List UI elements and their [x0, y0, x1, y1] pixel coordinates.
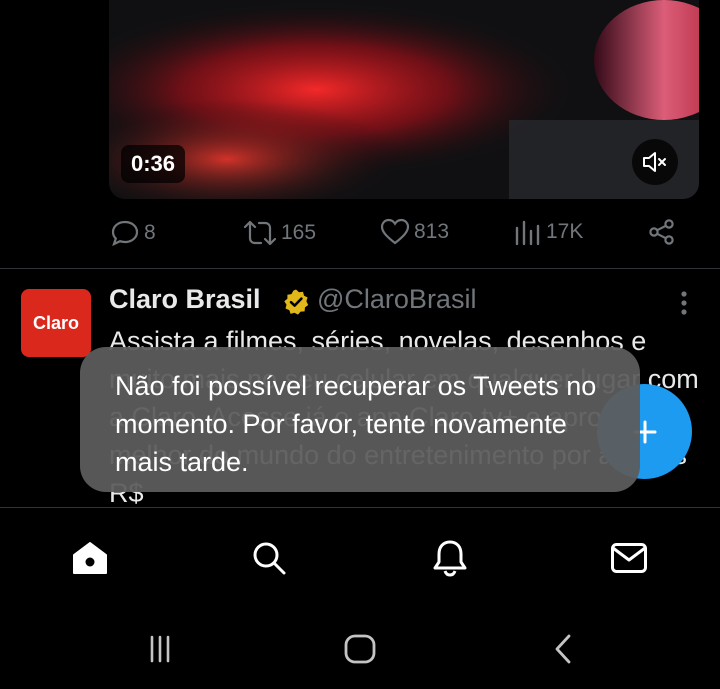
mute-button[interactable]	[632, 139, 678, 185]
search-icon	[253, 542, 286, 575]
video-duration: 0:36	[121, 145, 186, 183]
system-navigation-bar	[0, 608, 720, 689]
like-count: 813	[414, 220, 450, 243]
speaker-muted-icon	[643, 152, 666, 172]
bottom-tab-bar	[0, 507, 720, 608]
retweet-button[interactable]: 165	[243, 218, 316, 248]
reply-count: 8	[144, 221, 156, 244]
avatar-logo-text: Claro	[32, 312, 79, 333]
avatar[interactable]: Claro	[21, 289, 91, 357]
bell-icon	[433, 540, 467, 577]
share-icon	[649, 219, 674, 245]
reply-button[interactable]: 8	[110, 218, 156, 248]
tweet-divider	[0, 268, 720, 269]
back-arrow-icon	[555, 634, 571, 664]
home-nav-icon	[344, 634, 376, 664]
more-options-icon[interactable]	[680, 290, 688, 318]
verified-badge-icon	[284, 289, 309, 315]
tab-notifications[interactable]	[430, 538, 470, 578]
author-handle[interactable]: @ClaroBrasil	[317, 284, 476, 315]
recent-apps-icon	[150, 635, 170, 663]
share-button[interactable]	[648, 218, 676, 246]
retweet-count: 165	[281, 221, 317, 244]
heart-icon	[380, 218, 410, 245]
tab-messages[interactable]	[609, 538, 649, 578]
tab-home[interactable]	[70, 538, 110, 578]
home-icon	[73, 542, 107, 574]
retweet-icon	[243, 220, 277, 246]
home-nav-button[interactable]	[340, 632, 380, 666]
author-name[interactable]: Claro Brasil	[109, 284, 261, 315]
error-toast: Não foi possível recuperar os Tweets no …	[80, 347, 640, 492]
views-chart-icon	[515, 220, 540, 246]
mail-icon	[611, 543, 647, 573]
tweet-video[interactable]	[109, 0, 699, 199]
view-count: 17K	[546, 220, 584, 243]
like-button[interactable]: 813	[380, 218, 449, 246]
toast-message: Não foi possível recuperar os Tweets no …	[115, 371, 597, 477]
reply-icon	[111, 220, 139, 247]
recent-apps-button[interactable]	[140, 632, 180, 666]
tweet-actions: 8 165 813 17K	[0, 218, 720, 254]
views-button[interactable]: 17K	[514, 218, 583, 246]
video-frame	[109, 0, 699, 199]
back-button[interactable]	[543, 632, 583, 666]
tab-search[interactable]	[249, 538, 289, 578]
